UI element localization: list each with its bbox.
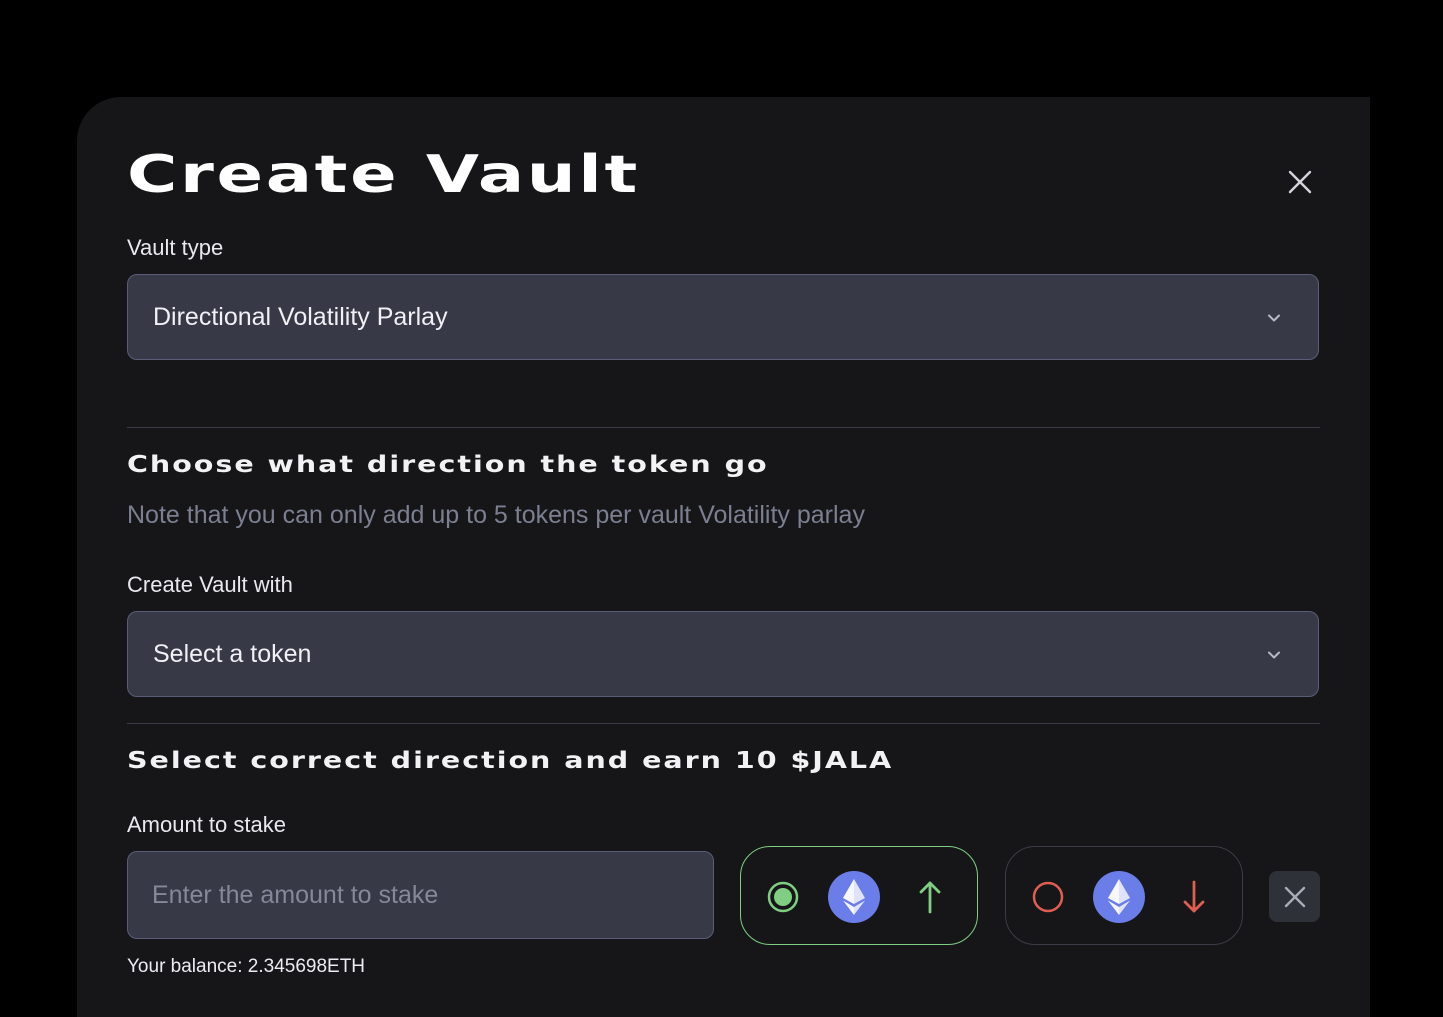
eth-icon [828, 871, 880, 923]
close-button[interactable] [1277, 159, 1323, 205]
eth-icon [1093, 871, 1145, 923]
chevron-down-icon [1268, 314, 1280, 322]
divider [127, 427, 1320, 428]
direction-up-option[interactable] [740, 846, 978, 945]
direction-down-option[interactable] [1005, 846, 1243, 945]
wallet-balance: Your balance: 2.345698ETH [127, 956, 366, 977]
remove-token-button[interactable] [1269, 871, 1320, 922]
close-icon [1288, 170, 1312, 194]
earn-heading: Select correct direction and earn 10 $JA… [127, 748, 894, 774]
radio-selected-icon [767, 881, 799, 913]
vault-type-value: Directional Volatility Parlay [153, 302, 448, 331]
token-limit-note: Note that you can only add up to 5 token… [127, 501, 865, 529]
arrow-down-icon [1183, 880, 1205, 913]
create-with-label: Create Vault with [127, 572, 293, 597]
close-icon [1284, 886, 1305, 907]
page-title: Create Vault [127, 145, 640, 205]
stake-amount-input[interactable] [127, 851, 714, 939]
token-select-value: Select a token [153, 639, 312, 668]
direction-heading: Choose what direction the token go [127, 452, 769, 478]
divider [127, 723, 1320, 724]
radio-unselected-icon [1032, 881, 1064, 913]
vault-type-label: Vault type [127, 235, 224, 260]
token-select[interactable]: Select a token [127, 611, 1319, 697]
create-vault-modal: Create Vault Vault type Directional Vola… [77, 97, 1370, 1017]
stake-label: Amount to stake [127, 812, 286, 837]
chevron-down-icon [1268, 651, 1280, 659]
arrow-up-icon [919, 881, 941, 914]
vault-type-select[interactable]: Directional Volatility Parlay [127, 274, 1319, 360]
